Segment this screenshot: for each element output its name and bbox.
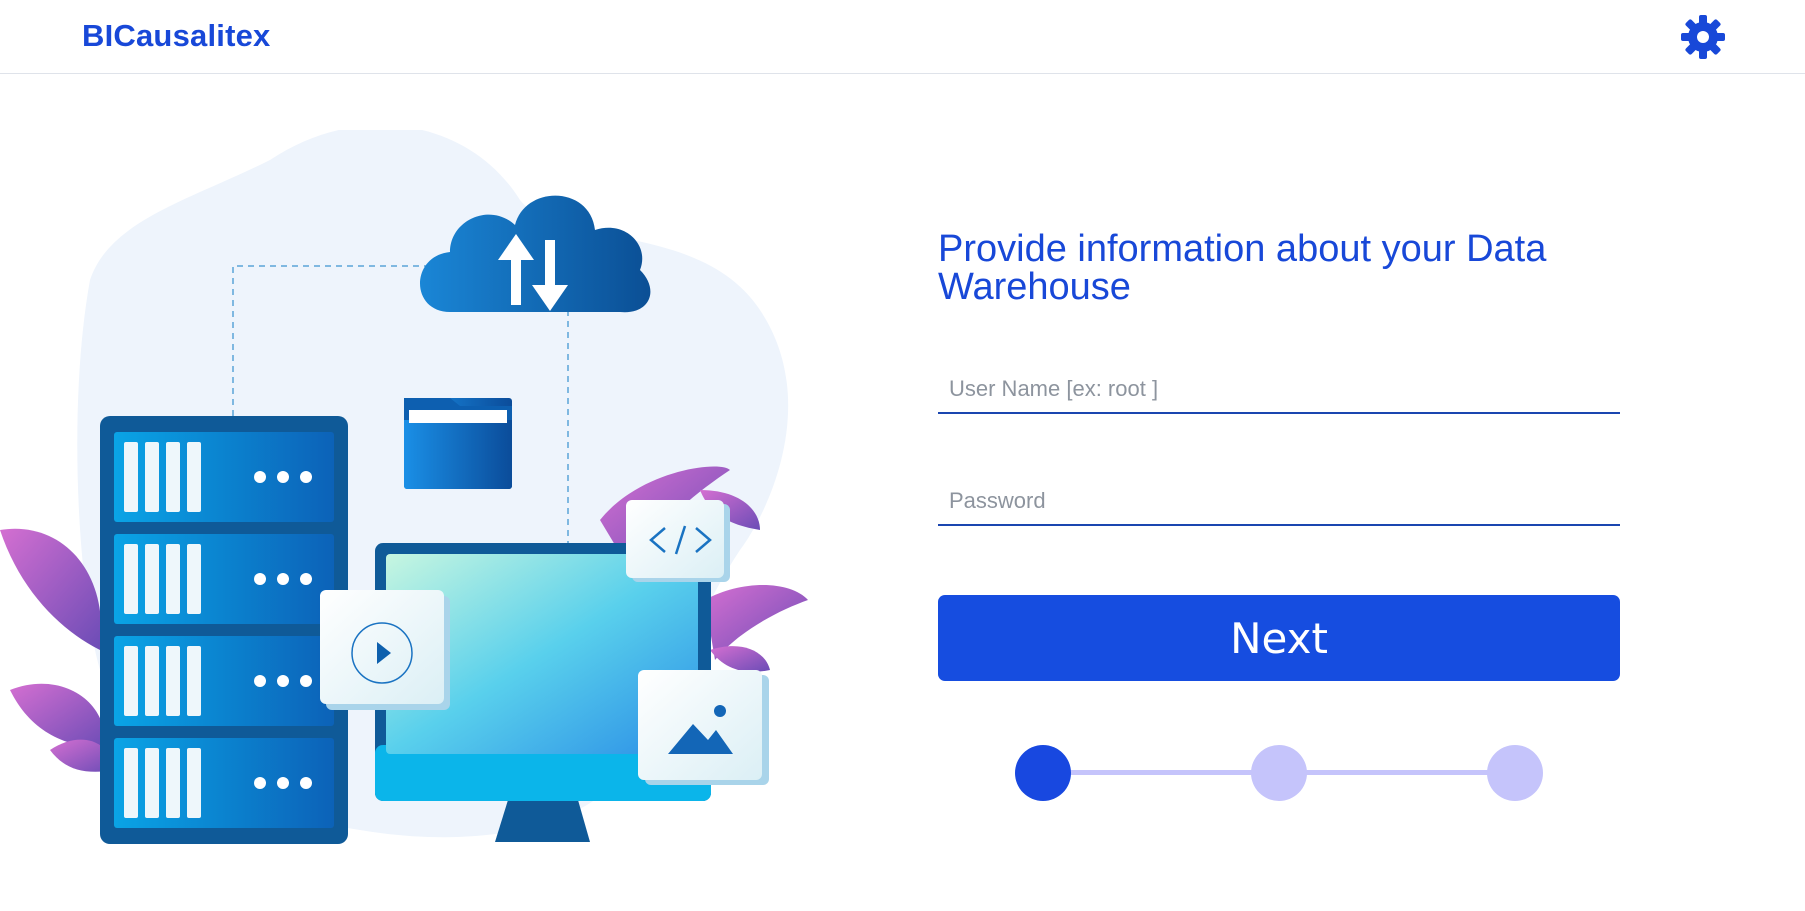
password-input[interactable] [938,478,1620,526]
page-title: Provide information about your Data Ware… [938,228,1547,308]
brand-logo[interactable]: BICausalitex [82,18,270,54]
code-icon [626,500,730,582]
step-2-indicator [1251,745,1307,801]
step-3-indicator [1487,745,1543,801]
next-button[interactable]: Next [938,595,1620,681]
progress-stepper [1015,745,1545,801]
server-rack-icon [100,416,348,844]
folder-icon [404,398,512,489]
top-bar: BICausalitex [0,0,1805,74]
gear-icon [1681,15,1725,59]
play-icon [320,590,450,710]
step-1-indicator [1015,745,1071,801]
image-icon [638,670,769,785]
settings-button[interactable] [1679,13,1727,61]
data-warehouse-form: Provide information about your Data Ware… [938,228,1620,801]
username-input[interactable] [938,366,1620,414]
data-warehouse-illustration [0,125,830,860]
